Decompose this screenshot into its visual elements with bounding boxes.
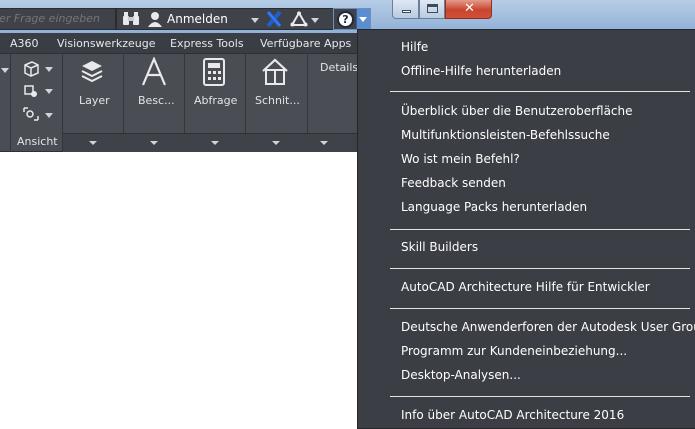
signin-button[interactable]: Anmelden (167, 12, 228, 26)
a360-triangle-icon[interactable] (290, 11, 308, 27)
close-button[interactable]: ✕ (445, 0, 492, 19)
minimize-button[interactable] (392, 0, 419, 19)
zoom-dropdown-icon[interactable] (45, 113, 53, 118)
ribbon-tab-row: A360 Visionswerkzeuge Express Tools Verf… (0, 33, 357, 53)
binoculars-icon[interactable] (122, 11, 140, 27)
a360-dropdown-arrow-icon[interactable] (311, 18, 319, 23)
signin-dropdown-arrow-icon[interactable] (251, 18, 259, 23)
schnitt-expand-icon[interactable] (272, 141, 280, 145)
abfrage-expand-icon[interactable] (211, 141, 219, 145)
view-cube-icon[interactable] (22, 61, 40, 77)
menu-item-hilfe[interactable]: Hilfe (401, 40, 428, 54)
menu-separator (390, 229, 690, 230)
zoom-extents-icon[interactable] (22, 106, 40, 122)
help-dropdown-arrow-icon[interactable] (359, 17, 367, 22)
details-expand-icon[interactable] (320, 141, 328, 145)
menu-item-ueberblick[interactable]: Überblick über die Benutzeroberfläche (401, 104, 633, 118)
menu-item-kundeneinbeziehung[interactable]: Programm zur Kundeneinbeziehung... (401, 344, 627, 358)
details-panel-footer[interactable] (308, 133, 357, 152)
menu-item-befehlssuche[interactable]: Multifunktionsleisten-Befehlssuche (401, 128, 610, 142)
tab-express-tools[interactable]: Express Tools (170, 37, 244, 50)
panel-label-schnitt: Schnit... (255, 94, 300, 107)
maximize-button[interactable] (419, 0, 445, 19)
layer-expand-icon[interactable] (89, 141, 97, 145)
view-cube-dropdown-icon[interactable] (45, 67, 53, 72)
panel-label-abfrage: Abfrage (194, 94, 238, 107)
menu-item-offline-hilfe[interactable]: Offline-Hilfe herunterladen (401, 64, 561, 78)
menu-item-language-packs[interactable]: Language Packs herunterladen (401, 200, 587, 214)
menu-item-feedback[interactable]: Feedback senden (401, 176, 506, 190)
exchange-x-icon[interactable] (266, 10, 282, 28)
calculator-icon (203, 58, 225, 86)
help-icon[interactable]: ? (337, 11, 354, 28)
tab-visionswerkzeuge[interactable]: Visionswerkzeuge (57, 37, 155, 50)
tab-verfuegbare-apps[interactable]: Verfügbare Apps (260, 37, 351, 50)
tab-a360[interactable]: A360 (10, 37, 39, 50)
panel-label-details: Details (320, 61, 359, 74)
layer-stack-icon (81, 61, 103, 83)
menu-separator (390, 268, 690, 269)
close-icon: ✕ (464, 1, 475, 16)
search-box[interactable] (0, 8, 116, 30)
panel-label-beschriftung: Besc... (138, 94, 175, 107)
help-dropdown-menu: Hilfe Offline-Hilfe herunterladen Überbl… (357, 29, 695, 429)
menu-item-wo-ist-mein-befehl[interactable]: Wo ist mein Befehl? (401, 152, 520, 166)
menu-separator (390, 396, 690, 397)
maximize-icon (427, 4, 438, 13)
partial-dropdown-arrow-icon[interactable] (1, 68, 9, 73)
orbit-dropdown-icon[interactable] (45, 89, 53, 94)
menu-item-anwenderforen[interactable]: Deutsche Anwenderforen der Autodesk User… (401, 320, 695, 334)
annotation-a-icon (141, 57, 167, 86)
menu-item-entwickler-hilfe[interactable]: AutoCAD Architecture Hilfe für Entwickle… (401, 280, 650, 294)
beschriftung-expand-icon[interactable] (150, 141, 158, 145)
menu-separator (390, 308, 690, 309)
panel-label-layer: Layer (79, 94, 110, 107)
panel-label-ansicht: Ansicht (17, 135, 58, 148)
minimize-icon (402, 10, 411, 13)
menu-separator (390, 91, 690, 92)
menu-item-skill-builders[interactable]: Skill Builders (401, 240, 478, 254)
menu-item-info[interactable]: Info über AutoCAD Architecture 2016 (401, 408, 624, 422)
user-icon[interactable] (148, 11, 162, 27)
search-input[interactable] (0, 10, 115, 27)
orbit-icon[interactable] (22, 83, 40, 99)
section-house-icon (262, 58, 288, 85)
menu-item-desktop-analysen[interactable]: Desktop-Analysen... (401, 368, 521, 382)
